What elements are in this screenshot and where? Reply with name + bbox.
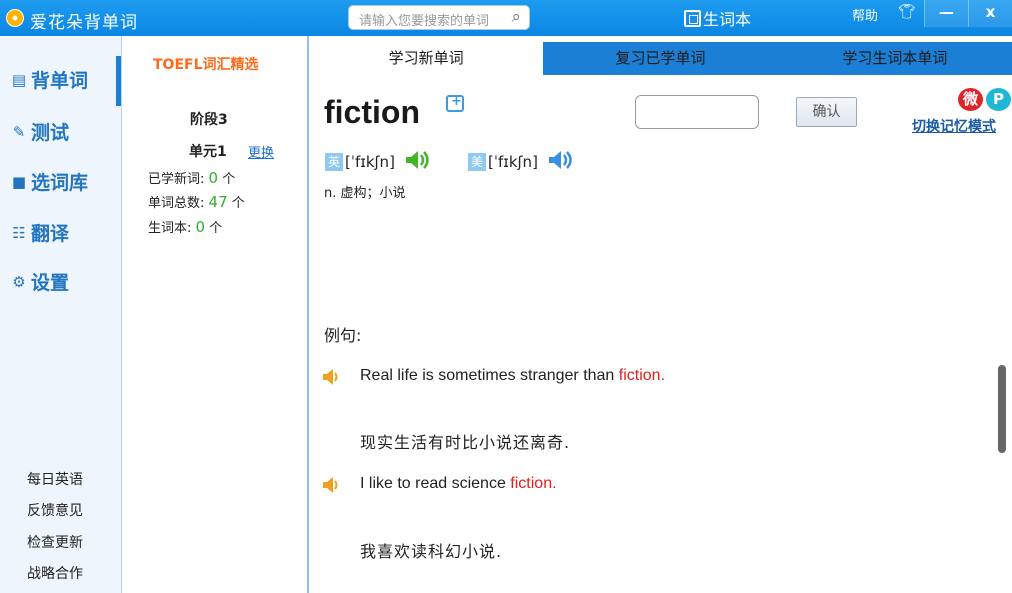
change-unit-link[interactable]: 更换	[248, 142, 274, 161]
tab-review[interactable]: 复习已学单词	[543, 42, 777, 75]
example-sentence-zh: 现实生活有时比小说还离奇.	[360, 433, 571, 452]
learned-count: 0	[208, 169, 219, 187]
example-sentence-en: I like to read science fiction.	[360, 475, 557, 493]
total-stat: 单词总数: 47 个	[148, 192, 245, 211]
sidebar-item-label: 设置	[31, 272, 70, 294]
sidebar-item-test[interactable]: ✎ 测试	[10, 118, 69, 145]
library-icon: ■	[11, 172, 27, 191]
help-link[interactable]: 帮助	[852, 5, 878, 24]
check-update-link[interactable]: 检查更新	[27, 532, 83, 552]
sidebar-item-memorize[interactable]: ▤ 背单词	[10, 66, 88, 93]
skin-shirt-icon[interactable]: 👕︎	[898, 4, 916, 20]
tab-learn-new[interactable]: 学习新单词	[309, 42, 544, 75]
total-count: 47	[208, 193, 228, 211]
example-speaker-icon[interactable]	[321, 367, 341, 391]
sidebar-item-label: 选词库	[31, 172, 89, 194]
switch-mode-link[interactable]: 切换记忆模式	[912, 116, 996, 136]
nav-active-indicator	[116, 56, 121, 106]
sidebar-item-label: 测试	[31, 122, 70, 144]
weibo-share-icon[interactable]: 微	[958, 88, 983, 111]
uk-speaker-icon[interactable]	[403, 148, 431, 176]
vocab-book-label: 生词本	[703, 10, 752, 29]
app-logo-icon	[6, 9, 24, 27]
vocab-label: 生词本:	[148, 221, 192, 236]
uk-pronunciation: 英 [ˈfɪkʃn]	[325, 148, 431, 176]
feedback-link[interactable]: 反馈意见	[27, 500, 83, 520]
example-text: I like to read science	[360, 475, 511, 492]
vocab-book-button[interactable]: 生词本	[684, 6, 751, 30]
total-label: 单词总数:	[148, 196, 205, 211]
answer-input[interactable]	[635, 95, 759, 129]
us-flag-badge: 美	[468, 153, 486, 171]
app-window: 爱花朵背单词 请输入您要搜索的单词 ⌕ 生词本 帮助 👕︎ — x ▤ 背单词 …	[0, 0, 1012, 593]
minimize-button[interactable]: —	[924, 0, 968, 27]
search-input[interactable]: 请输入您要搜索的单词 ⌕	[348, 5, 530, 30]
count-unit: 个	[231, 196, 245, 211]
search-icon[interactable]: ⌕	[511, 7, 521, 27]
edit-icon: ✎	[12, 122, 26, 141]
stage-label: 阶段3	[190, 112, 228, 128]
gear-icon: ⚙	[12, 272, 26, 291]
learned-label: 已学新词:	[148, 172, 205, 187]
example-highlight: fiction.	[510, 475, 557, 492]
search-placeholder: 请输入您要搜索的单词	[359, 14, 490, 29]
scrollbar-thumb[interactable]	[998, 365, 1006, 453]
sidebar-item-label: 背单词	[31, 70, 89, 92]
sidebar-item-library[interactable]: ■ 选词库	[10, 168, 88, 195]
count-unit: 个	[222, 172, 236, 187]
vocab-stat: 生词本: 0 个	[148, 217, 222, 236]
unit-label: 单元1	[189, 144, 227, 160]
sidebar-nav: ▤ 背单词 ✎ 测试 ■ 选词库 ☷ 翻译 ⚙ 设置 每日英语 反馈意见 检查更…	[0, 36, 122, 593]
translate-icon: ☷	[12, 223, 26, 242]
us-phonetic: [ˈfɪkʃn]	[488, 153, 538, 171]
tab-vocab-book[interactable]: 学习生词本单词	[778, 42, 1012, 75]
us-speaker-icon[interactable]	[546, 148, 574, 176]
example-speaker-icon[interactable]	[321, 475, 341, 499]
uk-phonetic: [ˈfɪkʃn]	[345, 153, 395, 171]
mode-tabs: 学习新单词 复习已学单词 学习生词本单词	[309, 42, 1012, 75]
confirm-button[interactable]: 确认	[796, 97, 857, 127]
book-title: TOEFL词汇精选	[153, 57, 259, 73]
example-sentence-zh: 我喜欢读科幻小说.	[360, 542, 503, 561]
example-highlight: fiction.	[618, 367, 666, 384]
word-headword: fiction	[324, 94, 420, 130]
app-title: 爱花朵背单词	[30, 13, 138, 33]
add-to-vocab-icon[interactable]	[446, 94, 464, 112]
sidebar-item-label: 翻译	[31, 223, 70, 245]
daily-english-link[interactable]: 每日英语	[27, 469, 83, 489]
count-unit: 个	[209, 221, 223, 236]
partnership-link[interactable]: 战略合作	[27, 563, 83, 583]
example-sentence-en: Real life is sometimes stranger than fic…	[360, 367, 665, 385]
word-meaning: n. 虚构；小说	[324, 186, 406, 201]
vocab-book-icon	[684, 9, 701, 27]
vocab-count: 0	[195, 218, 206, 236]
title-bar: 爱花朵背单词 请输入您要搜索的单词 ⌕ 生词本 帮助 👕︎ — x	[0, 0, 1012, 36]
uk-flag-badge: 英	[325, 153, 343, 171]
close-button[interactable]: x	[968, 0, 1012, 27]
example-text: Real life is sometimes stranger than	[360, 367, 619, 384]
pin-share-icon[interactable]: P	[986, 88, 1011, 111]
learned-stat: 已学新词: 0 个	[148, 168, 235, 187]
book-panel: TOEFL词汇精选 阶段3 单元1 更换 已学新词: 0 个 单词总数: 47 …	[123, 36, 309, 593]
sidebar-item-translate[interactable]: ☷ 翻译	[10, 219, 69, 246]
sidebar-item-settings[interactable]: ⚙ 设置	[10, 268, 69, 295]
book-icon: ▤	[11, 70, 27, 89]
examples-label: 例句:	[324, 326, 362, 345]
us-pronunciation: 美 [ˈfɪkʃn]	[468, 148, 574, 176]
window-controls: — x	[924, 0, 1012, 27]
